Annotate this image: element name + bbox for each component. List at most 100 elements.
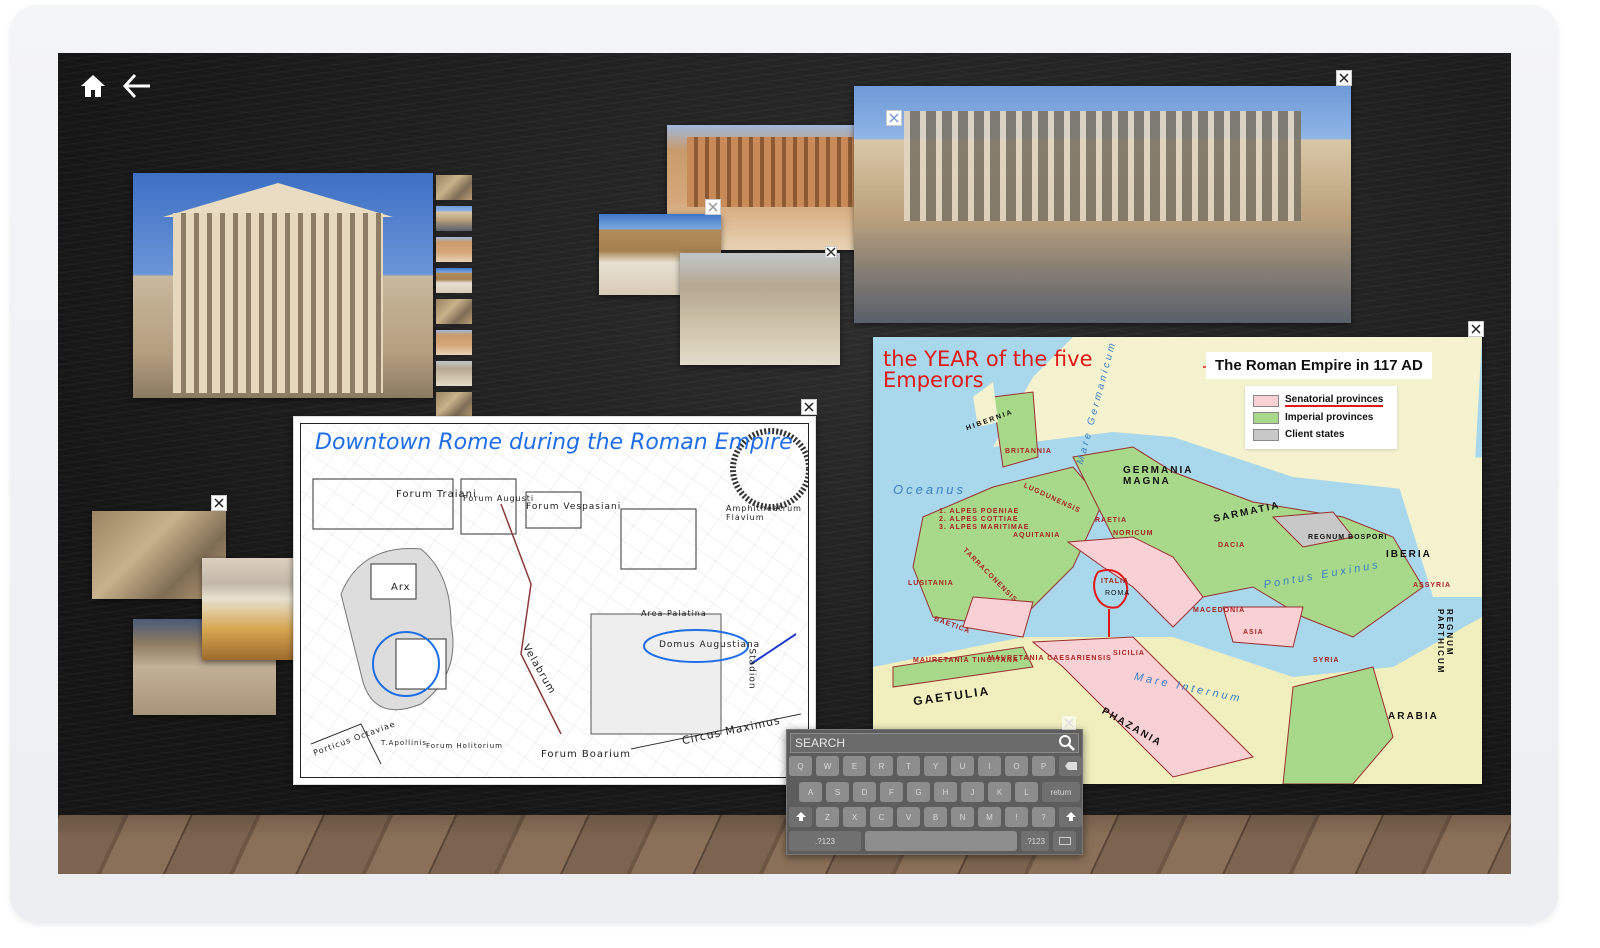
thumbnail[interactable]	[436, 237, 472, 262]
corkboard-canvas: Downtown Rome during the Roman Empire Fo…	[58, 53, 1511, 874]
province-label: 2. ALPES COTTIAE	[939, 516, 1019, 523]
key-z[interactable]: Z	[816, 807, 839, 827]
key-e[interactable]: E	[843, 756, 866, 776]
region-label: REGNUM PARTHICUM	[1436, 609, 1454, 675]
theatre-columns	[904, 111, 1301, 221]
map-label: Forum Vespasiani	[526, 502, 622, 512]
map-label: Stadion	[746, 648, 757, 690]
hide-keyboard-key[interactable]	[1053, 831, 1076, 851]
province-label: RAETIA	[1095, 517, 1128, 524]
search-bar	[790, 733, 1079, 753]
shift-key[interactable]	[789, 807, 812, 827]
close-button[interactable]	[1336, 70, 1352, 86]
thumbnail[interactable]	[436, 361, 472, 386]
space-key[interactable]	[865, 831, 1017, 851]
key-p[interactable]: P	[1032, 756, 1055, 776]
legend-item: Client states	[1253, 426, 1383, 443]
key-l[interactable]: L	[1015, 782, 1038, 802]
keyboard-row: QWERTYUIOP	[789, 756, 1082, 776]
numbers-key[interactable]: .?123	[1021, 831, 1049, 851]
key-q[interactable]: Q	[789, 756, 812, 776]
close-icon	[214, 498, 224, 508]
photo-card-temple[interactable]	[133, 173, 433, 398]
map-card-roman-empire[interactable]: the YEAR of the five Emperors The Roman …	[873, 337, 1482, 784]
empire-map-title: The Roman Empire in 117 AD	[1206, 352, 1432, 379]
map-label: Forum Boarium	[541, 749, 631, 760]
handwritten-annotation: Downtown Rome during the Roman Empire	[315, 430, 793, 455]
close-button[interactable]	[1468, 321, 1484, 337]
key-i[interactable]: I	[978, 756, 1001, 776]
close-icon	[1339, 73, 1349, 83]
photo-card-theatre-merida[interactable]	[854, 86, 1351, 323]
close-button[interactable]	[801, 399, 817, 415]
map-label: Area Palatina	[641, 609, 707, 618]
close-button[interactable]	[705, 199, 721, 215]
numbers-key[interactable]: .?123	[789, 831, 861, 851]
close-icon	[889, 113, 899, 123]
key-n[interactable]: N	[951, 807, 974, 827]
province-label: SICILIA	[1113, 650, 1145, 657]
province-label: DACIA	[1218, 542, 1246, 549]
key-g[interactable]: G	[907, 782, 930, 802]
province-label: MAURETANIA CAESARIENSIS	[988, 655, 1112, 662]
close-button[interactable]	[1062, 716, 1076, 730]
key-b[interactable]: B	[924, 807, 947, 827]
shift-key[interactable]	[1059, 807, 1082, 827]
backspace-key[interactable]	[1059, 756, 1082, 776]
key-a[interactable]: A	[799, 782, 822, 802]
key-w[interactable]: W	[816, 756, 839, 776]
thumbnail[interactable]	[436, 330, 472, 355]
search-icon[interactable]	[1058, 734, 1076, 752]
key-r[interactable]: R	[870, 756, 893, 776]
key-o[interactable]: O	[1005, 756, 1028, 776]
shift-icon	[795, 812, 806, 821]
key-h[interactable]: H	[934, 782, 957, 802]
province-label: ASIA	[1243, 629, 1264, 636]
photo-card-theatre-amman[interactable]	[680, 253, 840, 365]
close-button[interactable]	[825, 246, 837, 258]
key-exclamation[interactable]: !	[1005, 807, 1028, 827]
key-m[interactable]: M	[978, 807, 1001, 827]
keyboard-row: A S D F G H J K Lreturn	[799, 782, 1080, 802]
key-s[interactable]: S	[826, 782, 849, 802]
search-input[interactable]	[791, 735, 1058, 751]
onscreen-keyboard: QWERTYUIOP ASDFGHJKLreturn ZXCVBNM!? .?1…	[786, 716, 1083, 855]
region-label: IBERIA	[1386, 549, 1432, 560]
key-question[interactable]: ?	[1032, 807, 1055, 827]
map-card-downtown-rome[interactable]: Downtown Rome during the Roman Empire Fo…	[293, 416, 816, 785]
back-button[interactable]	[122, 71, 152, 101]
key-y[interactable]: Y	[924, 756, 947, 776]
thumbnail[interactable]	[436, 299, 472, 324]
province-label: NORICUM	[1113, 530, 1154, 537]
arrow-left-icon	[122, 73, 150, 99]
thumbnail[interactable]	[436, 206, 472, 231]
thumbnail[interactable]	[436, 268, 472, 293]
keyboard-row: .?123 .?123	[789, 831, 1076, 851]
province-label: ASSYRIA	[1413, 582, 1452, 589]
legend-label: Senatorial provinces	[1285, 394, 1384, 407]
key-x[interactable]: X	[843, 807, 866, 827]
thumbnail[interactable]	[436, 175, 472, 200]
key-u[interactable]: U	[951, 756, 974, 776]
thumbnail[interactable]	[436, 392, 472, 417]
keyboard-row: Z X C V B N M!?	[789, 807, 1082, 827]
legend-swatch	[1253, 411, 1279, 424]
legend-item: Imperial provinces	[1253, 409, 1383, 426]
key-j[interactable]: J	[961, 782, 984, 802]
key-k[interactable]: K	[988, 782, 1011, 802]
title-year: 117 AD	[1373, 357, 1423, 374]
return-key[interactable]: return	[1042, 782, 1080, 802]
temple-pediment	[163, 183, 393, 217]
top-navigation	[78, 71, 152, 101]
key-f[interactable]: F	[880, 782, 903, 802]
key-d[interactable]: D	[853, 782, 876, 802]
close-icon	[708, 202, 718, 212]
key-v[interactable]: V	[897, 807, 920, 827]
close-button[interactable]	[211, 495, 227, 511]
key-c[interactable]: C	[870, 807, 893, 827]
home-button[interactable]	[78, 71, 108, 101]
key-t[interactable]: T	[897, 756, 920, 776]
province-label: LUSITANIA	[908, 580, 954, 587]
map-label: Arx	[391, 582, 411, 593]
close-button[interactable]	[886, 110, 902, 126]
